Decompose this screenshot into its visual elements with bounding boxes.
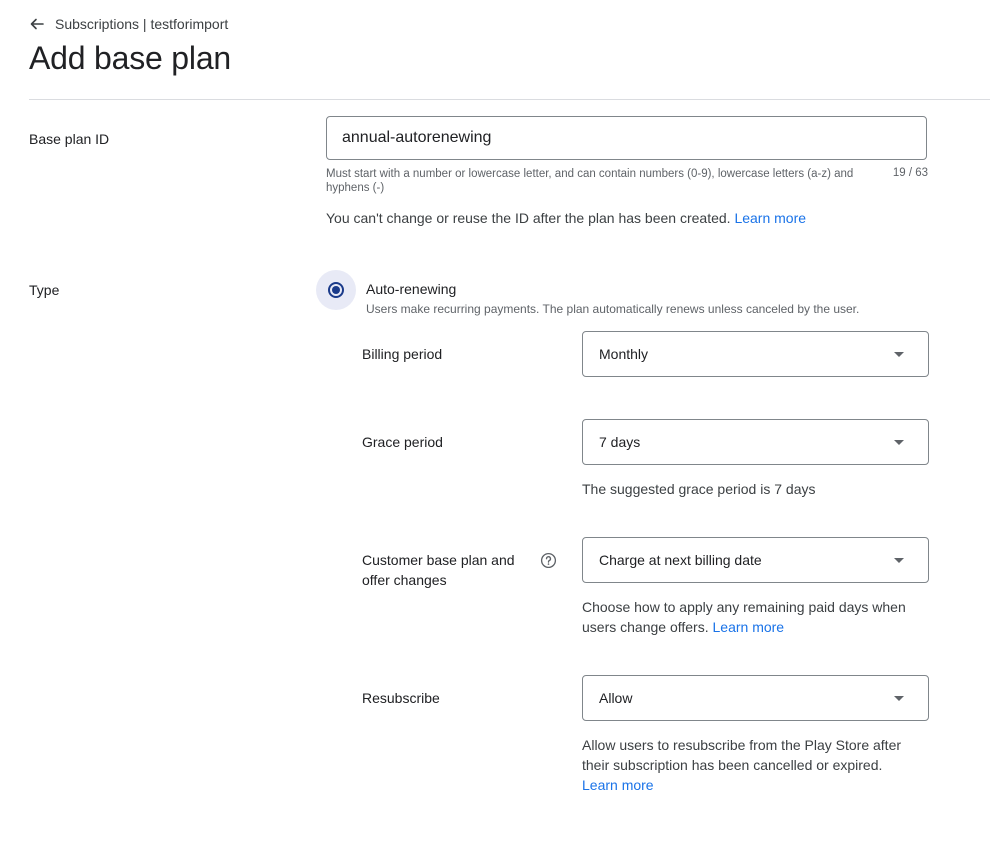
page-title: Add base plan [29, 40, 232, 76]
id-note: You can't change or reuse the ID after t… [326, 210, 806, 226]
base-plan-id-field[interactable] [326, 116, 927, 160]
resubscribe-hint-text: Allow users to resubscribe from the Play… [582, 737, 902, 773]
grace-period-label: Grace period [362, 434, 443, 450]
customer-changes-select[interactable]: Charge at next billing date [582, 537, 929, 583]
grace-period-select[interactable]: 7 days [582, 419, 929, 465]
resubscribe-value: Allow [599, 690, 633, 706]
customer-changes-hint: Choose how to apply any remaining paid d… [582, 597, 932, 637]
dropdown-caret-icon [894, 439, 904, 445]
back-arrow-icon[interactable] [29, 16, 45, 32]
breadcrumb-label[interactable]: Subscriptions | testforimport [55, 16, 228, 32]
learn-more-link-id[interactable]: Learn more [734, 210, 806, 226]
dropdown-caret-icon [894, 557, 904, 563]
help-circle-icon[interactable] [540, 552, 557, 569]
auto-renewing-radio[interactable] [316, 270, 356, 310]
auto-renewing-description: Users make recurring payments. The plan … [366, 302, 860, 316]
customer-changes-label: Customer base plan and offer changes [362, 552, 515, 588]
header-divider [29, 99, 990, 100]
radio-outer [328, 282, 344, 298]
learn-more-link-offers[interactable]: Learn more [713, 619, 785, 635]
billing-period-value: Monthly [599, 346, 649, 362]
billing-period-label: Billing period [362, 346, 443, 362]
add-base-plan-page: Subscriptions | testforimport Add base p… [0, 0, 990, 864]
resubscribe-hint: Allow users to resubscribe from the Play… [582, 735, 932, 795]
billing-period-select[interactable]: Monthly [582, 331, 929, 377]
base-plan-id-input[interactable] [327, 117, 926, 159]
resubscribe-label: Resubscribe [362, 690, 440, 706]
base-plan-id-helper: Must start with a number or lowercase le… [326, 168, 854, 194]
breadcrumb[interactable]: Subscriptions | testforimport [29, 16, 228, 32]
resubscribe-select[interactable]: Allow [582, 675, 929, 721]
base-plan-id-label: Base plan ID [29, 131, 110, 147]
type-label: Type [29, 282, 60, 298]
customer-changes-value: Charge at next billing date [599, 552, 762, 568]
dropdown-caret-icon [894, 695, 904, 701]
learn-more-link-resubscribe[interactable]: Learn more [582, 777, 654, 793]
char-counter: 19 / 63 [892, 167, 928, 179]
radio-dot [332, 286, 340, 294]
grace-period-hint: The suggested grace period is 7 days [582, 481, 816, 497]
auto-renewing-label[interactable]: Auto-renewing [366, 281, 456, 297]
id-note-text: You can't change or reuse the ID after t… [326, 210, 731, 226]
dropdown-caret-icon [894, 351, 904, 357]
grace-period-value: 7 days [599, 434, 641, 450]
